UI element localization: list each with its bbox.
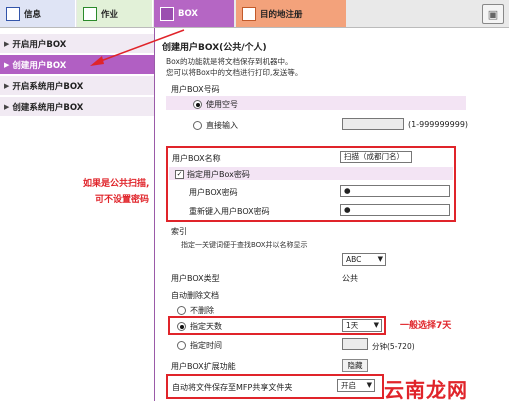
arrow-right-icon: ▶ [4,81,10,90]
tab-info-label: 信息 [24,9,42,20]
chevron-down-icon: ▼ [366,381,372,389]
arrow-right-icon: ▶ [4,60,10,69]
index-select[interactable]: ABC ▼ [342,253,386,266]
checkbox-checked-icon: ✓ [175,170,184,179]
auto-save-select-value: 开启 [341,381,356,390]
auto-delete-label: 自动删除文档 [171,291,219,300]
box-icon [160,6,174,21]
camera-icon[interactable]: ▣ [482,4,504,24]
no-delete-option[interactable]: 不删除 [177,305,214,316]
password-input[interactable]: ● [340,185,450,197]
reenter-password-label: 重新键入用户BOX密码 [189,207,270,216]
no-delete-label: 不删除 [190,306,214,315]
top-tab-bar: 信息 作业 BOX 目的地注册 ▣ [0,0,509,28]
specify-password-checkbox[interactable]: ✓ 指定用户Box密码 [175,169,250,180]
sidebar-item-open-system-user-box[interactable]: ▶ 开启系统用户BOX [0,76,154,96]
chevron-down-icon: ▼ [377,255,383,263]
specify-days-label: 指定天数 [190,322,222,331]
specify-time-option[interactable]: 指定时间 [177,340,222,351]
auto-save-select[interactable]: 开启 ▼ [337,379,375,392]
reenter-password-input[interactable]: ● [340,204,450,216]
box-type-value: 公共 [342,274,358,283]
radio-icon [193,121,202,130]
tab-job-label: 作业 [101,9,119,20]
radio-selected-icon [177,322,186,331]
password-label: 用户BOX密码 [189,188,238,197]
use-empty-option[interactable]: 使用空号 [193,99,238,110]
job-icon [83,6,97,21]
watermark: 云南龙网 [384,378,468,402]
sidebar: ▶ 开启用户BOX ▶ 创建用户BOX ▶ 开启系统用户BOX ▶ 创建系统用户… [0,28,154,401]
auto-save-label: 自动将文件保存至MFP共享文件夹 [172,383,293,392]
box-number-input[interactable] [342,118,404,130]
sidebar-item-label: 创建用户BOX [12,60,67,71]
days-select-value: 1天 [346,321,359,330]
tab-destination[interactable]: 目的地注册 [236,0,346,27]
specify-days-option[interactable]: 指定天数 [177,321,222,332]
extension-label: 用户BOX扩展功能 [171,362,236,371]
sidebar-divider [154,28,155,401]
annotation-no-password: 可不设置密码 [95,195,150,205]
sidebar-item-label: 开启系统用户BOX [12,81,84,92]
info-icon [6,6,20,21]
address-book-icon [242,6,256,21]
box-number-range: (1-999999999) [408,120,469,129]
description-line: 您可以将Box中的文档进行打印,发送等。 [166,68,303,77]
time-input[interactable] [342,338,368,350]
index-label: 索引 [171,227,187,236]
box-type-label: 用户BOX类型 [171,274,220,283]
box-name-input[interactable]: 扫描（成都门名） [340,151,412,163]
use-empty-label: 使用空号 [206,100,238,109]
radio-selected-icon [193,100,202,109]
time-unit: 分钟(5-720) [372,342,415,351]
box-number-label: 用户BOX号码 [171,85,220,94]
days-select[interactable]: 1天 ▼ [342,319,382,332]
sidebar-item-create-system-user-box[interactable]: ▶ 创建系统用户BOX [0,97,154,117]
tab-job[interactable]: 作业 [77,0,153,27]
tab-info[interactable]: 信息 [0,0,76,27]
radio-icon [177,341,186,350]
specify-time-label: 指定时间 [190,341,222,350]
tab-destination-label: 目的地注册 [260,9,303,20]
specify-password-label: 指定用户Box密码 [187,170,250,179]
tab-box[interactable]: BOX [154,0,234,27]
index-description: 指定一关键词便于查找BOX并以名称显示 [181,241,308,249]
direct-input-option[interactable]: 直接输入 [193,120,238,131]
sidebar-item-label: 开启用户BOX [12,39,67,50]
description-line: Box的功能就是将文档保存到机器中。 [166,57,293,66]
arrow-right-icon: ▶ [4,39,10,48]
annotation-public-scan: 如果是公共扫描, [83,179,150,189]
tab-box-label: BOX [178,8,198,19]
arrow-right-icon: ▶ [4,102,10,111]
radio-icon [177,306,186,315]
hide-button[interactable]: 隐藏 [342,359,368,372]
chevron-down-icon: ▼ [373,321,379,329]
direct-input-label: 直接输入 [206,121,238,130]
annotation-choose-7-days: 一般选择7天 [400,321,452,331]
page-title: 创建用户BOX(公共/个人) [162,43,267,53]
box-name-label: 用户BOX名称 [172,154,221,163]
index-select-value: ABC [346,255,362,264]
sidebar-item-label: 创建系统用户BOX [12,102,84,113]
